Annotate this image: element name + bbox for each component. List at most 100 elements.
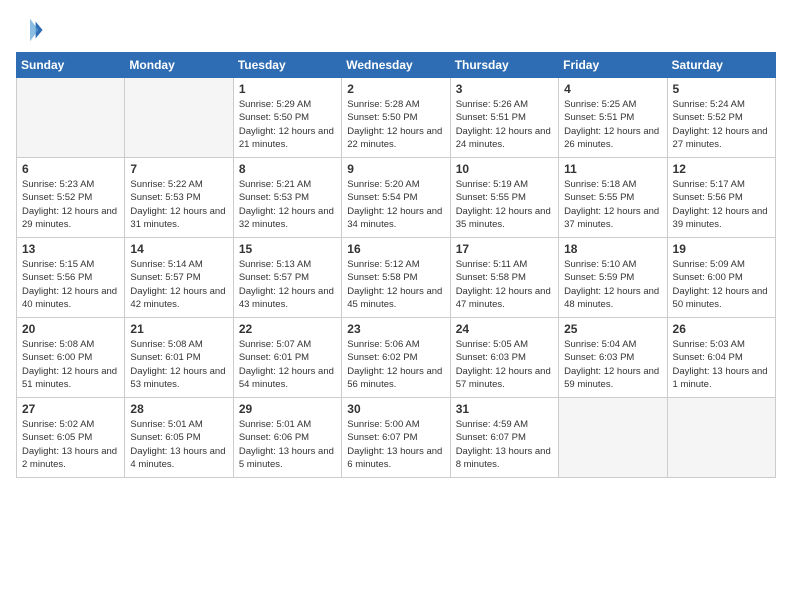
weekday-header: Tuesday [233,53,341,78]
day-info: Sunrise: 5:11 AM Sunset: 5:58 PM Dayligh… [456,258,553,311]
day-number: 21 [130,322,227,336]
day-number: 20 [22,322,119,336]
day-number: 6 [22,162,119,176]
calendar-cell [125,78,233,158]
calendar-cell: 21 Sunrise: 5:08 AM Sunset: 6:01 PM Dayli… [125,318,233,398]
day-number: 11 [564,162,661,176]
calendar-cell: 10 Sunrise: 5:19 AM Sunset: 5:55 PM Dayli… [450,158,558,238]
day-number: 24 [456,322,553,336]
calendar-cell [17,78,125,158]
calendar-week-row: 1 Sunrise: 5:29 AM Sunset: 5:50 PM Daylig… [17,78,776,158]
day-info: Sunrise: 5:06 AM Sunset: 6:02 PM Dayligh… [347,338,444,391]
calendar-cell [559,398,667,478]
day-number: 26 [673,322,770,336]
day-number: 30 [347,402,444,416]
calendar-cell: 27 Sunrise: 5:02 AM Sunset: 6:05 PM Dayli… [17,398,125,478]
calendar-cell: 19 Sunrise: 5:09 AM Sunset: 6:00 PM Dayli… [667,238,775,318]
calendar-cell: 12Sunrise: 5:17 AM Sunset: 5:56 PM Dayli… [667,158,775,238]
day-number: 27 [22,402,119,416]
day-info: Sunrise: 5:01 AM Sunset: 6:05 PM Dayligh… [130,418,227,471]
calendar-cell: 8 Sunrise: 5:21 AM Sunset: 5:53 PM Daylig… [233,158,341,238]
day-info: Sunrise: 5:17 AM Sunset: 5:56 PM Dayligh… [673,178,770,231]
calendar-cell: 26 Sunrise: 5:03 AM Sunset: 6:04 PM Dayli… [667,318,775,398]
day-info: Sunrise: 5:07 AM Sunset: 6:01 PM Dayligh… [239,338,336,391]
day-info: Sunrise: 5:08 AM Sunset: 6:01 PM Dayligh… [130,338,227,391]
weekday-header: Monday [125,53,233,78]
day-number: 31 [456,402,553,416]
day-info: Sunrise: 5:13 AM Sunset: 5:57 PM Dayligh… [239,258,336,311]
weekday-header: Sunday [17,53,125,78]
calendar-week-row: 27 Sunrise: 5:02 AM Sunset: 6:05 PM Dayli… [17,398,776,478]
logo [16,16,46,44]
day-number: 19 [673,242,770,256]
calendar-cell: 14 Sunrise: 5:14 AM Sunset: 5:57 PM Dayli… [125,238,233,318]
day-number: 17 [456,242,553,256]
day-info: Sunrise: 5:03 AM Sunset: 6:04 PM Dayligh… [673,338,770,391]
day-info: Sunrise: 4:59 AM Sunset: 6:07 PM Dayligh… [456,418,553,471]
day-info: Sunrise: 5:08 AM Sunset: 6:00 PM Dayligh… [22,338,119,391]
day-info: Sunrise: 5:04 AM Sunset: 6:03 PM Dayligh… [564,338,661,391]
calendar-cell: 4 Sunrise: 5:25 AM Sunset: 5:51 PM Daylig… [559,78,667,158]
calendar-cell: 15 Sunrise: 5:13 AM Sunset: 5:57 PM Dayli… [233,238,341,318]
weekday-header: Saturday [667,53,775,78]
day-info: Sunrise: 5:14 AM Sunset: 5:57 PM Dayligh… [130,258,227,311]
calendar-week-row: 13 Sunrise: 5:15 AM Sunset: 5:56 PM Dayli… [17,238,776,318]
day-info: Sunrise: 5:25 AM Sunset: 5:51 PM Dayligh… [564,98,661,151]
calendar-cell [667,398,775,478]
calendar-cell: 22 Sunrise: 5:07 AM Sunset: 6:01 PM Dayli… [233,318,341,398]
calendar-week-row: 6 Sunrise: 5:23 AM Sunset: 5:52 PM Daylig… [17,158,776,238]
day-info: Sunrise: 5:10 AM Sunset: 5:59 PM Dayligh… [564,258,661,311]
day-info: Sunrise: 5:21 AM Sunset: 5:53 PM Dayligh… [239,178,336,231]
day-number: 18 [564,242,661,256]
calendar-cell: 30 Sunrise: 5:00 AM Sunset: 6:07 PM Dayli… [342,398,450,478]
page-header [16,16,776,44]
logo-icon [16,16,44,44]
calendar-cell: 20 Sunrise: 5:08 AM Sunset: 6:00 PM Dayli… [17,318,125,398]
calendar-cell: 5 Sunrise: 5:24 AM Sunset: 5:52 PM Daylig… [667,78,775,158]
day-number: 3 [456,82,553,96]
weekday-header: Wednesday [342,53,450,78]
day-number: 5 [673,82,770,96]
day-info: Sunrise: 5:15 AM Sunset: 5:56 PM Dayligh… [22,258,119,311]
day-number: 2 [347,82,444,96]
day-info: Sunrise: 5:24 AM Sunset: 5:52 PM Dayligh… [673,98,770,151]
calendar-cell: 29Sunrise: 5:01 AM Sunset: 6:06 PM Dayli… [233,398,341,478]
calendar-cell: 3Sunrise: 5:26 AM Sunset: 5:51 PM Daylig… [450,78,558,158]
day-number: 15 [239,242,336,256]
day-number: 23 [347,322,444,336]
day-number: 16 [347,242,444,256]
day-info: Sunrise: 5:22 AM Sunset: 5:53 PM Dayligh… [130,178,227,231]
day-info: Sunrise: 5:09 AM Sunset: 6:00 PM Dayligh… [673,258,770,311]
calendar-cell: 25 Sunrise: 5:04 AM Sunset: 6:03 PM Dayli… [559,318,667,398]
day-info: Sunrise: 5:20 AM Sunset: 5:54 PM Dayligh… [347,178,444,231]
weekday-header-row: SundayMondayTuesdayWednesdayThursdayFrid… [17,53,776,78]
calendar-cell: 28Sunrise: 5:01 AM Sunset: 6:05 PM Dayli… [125,398,233,478]
calendar-cell: 11Sunrise: 5:18 AM Sunset: 5:55 PM Dayli… [559,158,667,238]
day-number: 8 [239,162,336,176]
day-number: 22 [239,322,336,336]
calendar-cell: 31 Sunrise: 4:59 AM Sunset: 6:07 PM Dayli… [450,398,558,478]
day-number: 4 [564,82,661,96]
day-info: Sunrise: 5:05 AM Sunset: 6:03 PM Dayligh… [456,338,553,391]
day-info: Sunrise: 5:00 AM Sunset: 6:07 PM Dayligh… [347,418,444,471]
day-info: Sunrise: 5:29 AM Sunset: 5:50 PM Dayligh… [239,98,336,151]
calendar-cell: 9Sunrise: 5:20 AM Sunset: 5:54 PM Daylig… [342,158,450,238]
day-number: 25 [564,322,661,336]
day-number: 14 [130,242,227,256]
day-info: Sunrise: 5:23 AM Sunset: 5:52 PM Dayligh… [22,178,119,231]
calendar-cell: 13 Sunrise: 5:15 AM Sunset: 5:56 PM Dayli… [17,238,125,318]
day-info: Sunrise: 5:19 AM Sunset: 5:55 PM Dayligh… [456,178,553,231]
calendar-cell: 7Sunrise: 5:22 AM Sunset: 5:53 PM Daylig… [125,158,233,238]
calendar-cell: 2Sunrise: 5:28 AM Sunset: 5:50 PM Daylig… [342,78,450,158]
weekday-header: Friday [559,53,667,78]
day-info: Sunrise: 5:12 AM Sunset: 5:58 PM Dayligh… [347,258,444,311]
calendar-cell: 24 Sunrise: 5:05 AM Sunset: 6:03 PM Dayli… [450,318,558,398]
weekday-header: Thursday [450,53,558,78]
calendar-cell: 17 Sunrise: 5:11 AM Sunset: 5:58 PM Dayli… [450,238,558,318]
day-number: 1 [239,82,336,96]
day-number: 10 [456,162,553,176]
calendar-cell: 18 Sunrise: 5:10 AM Sunset: 5:59 PM Dayli… [559,238,667,318]
day-number: 13 [22,242,119,256]
calendar-cell: 23 Sunrise: 5:06 AM Sunset: 6:02 PM Dayli… [342,318,450,398]
day-info: Sunrise: 5:02 AM Sunset: 6:05 PM Dayligh… [22,418,119,471]
